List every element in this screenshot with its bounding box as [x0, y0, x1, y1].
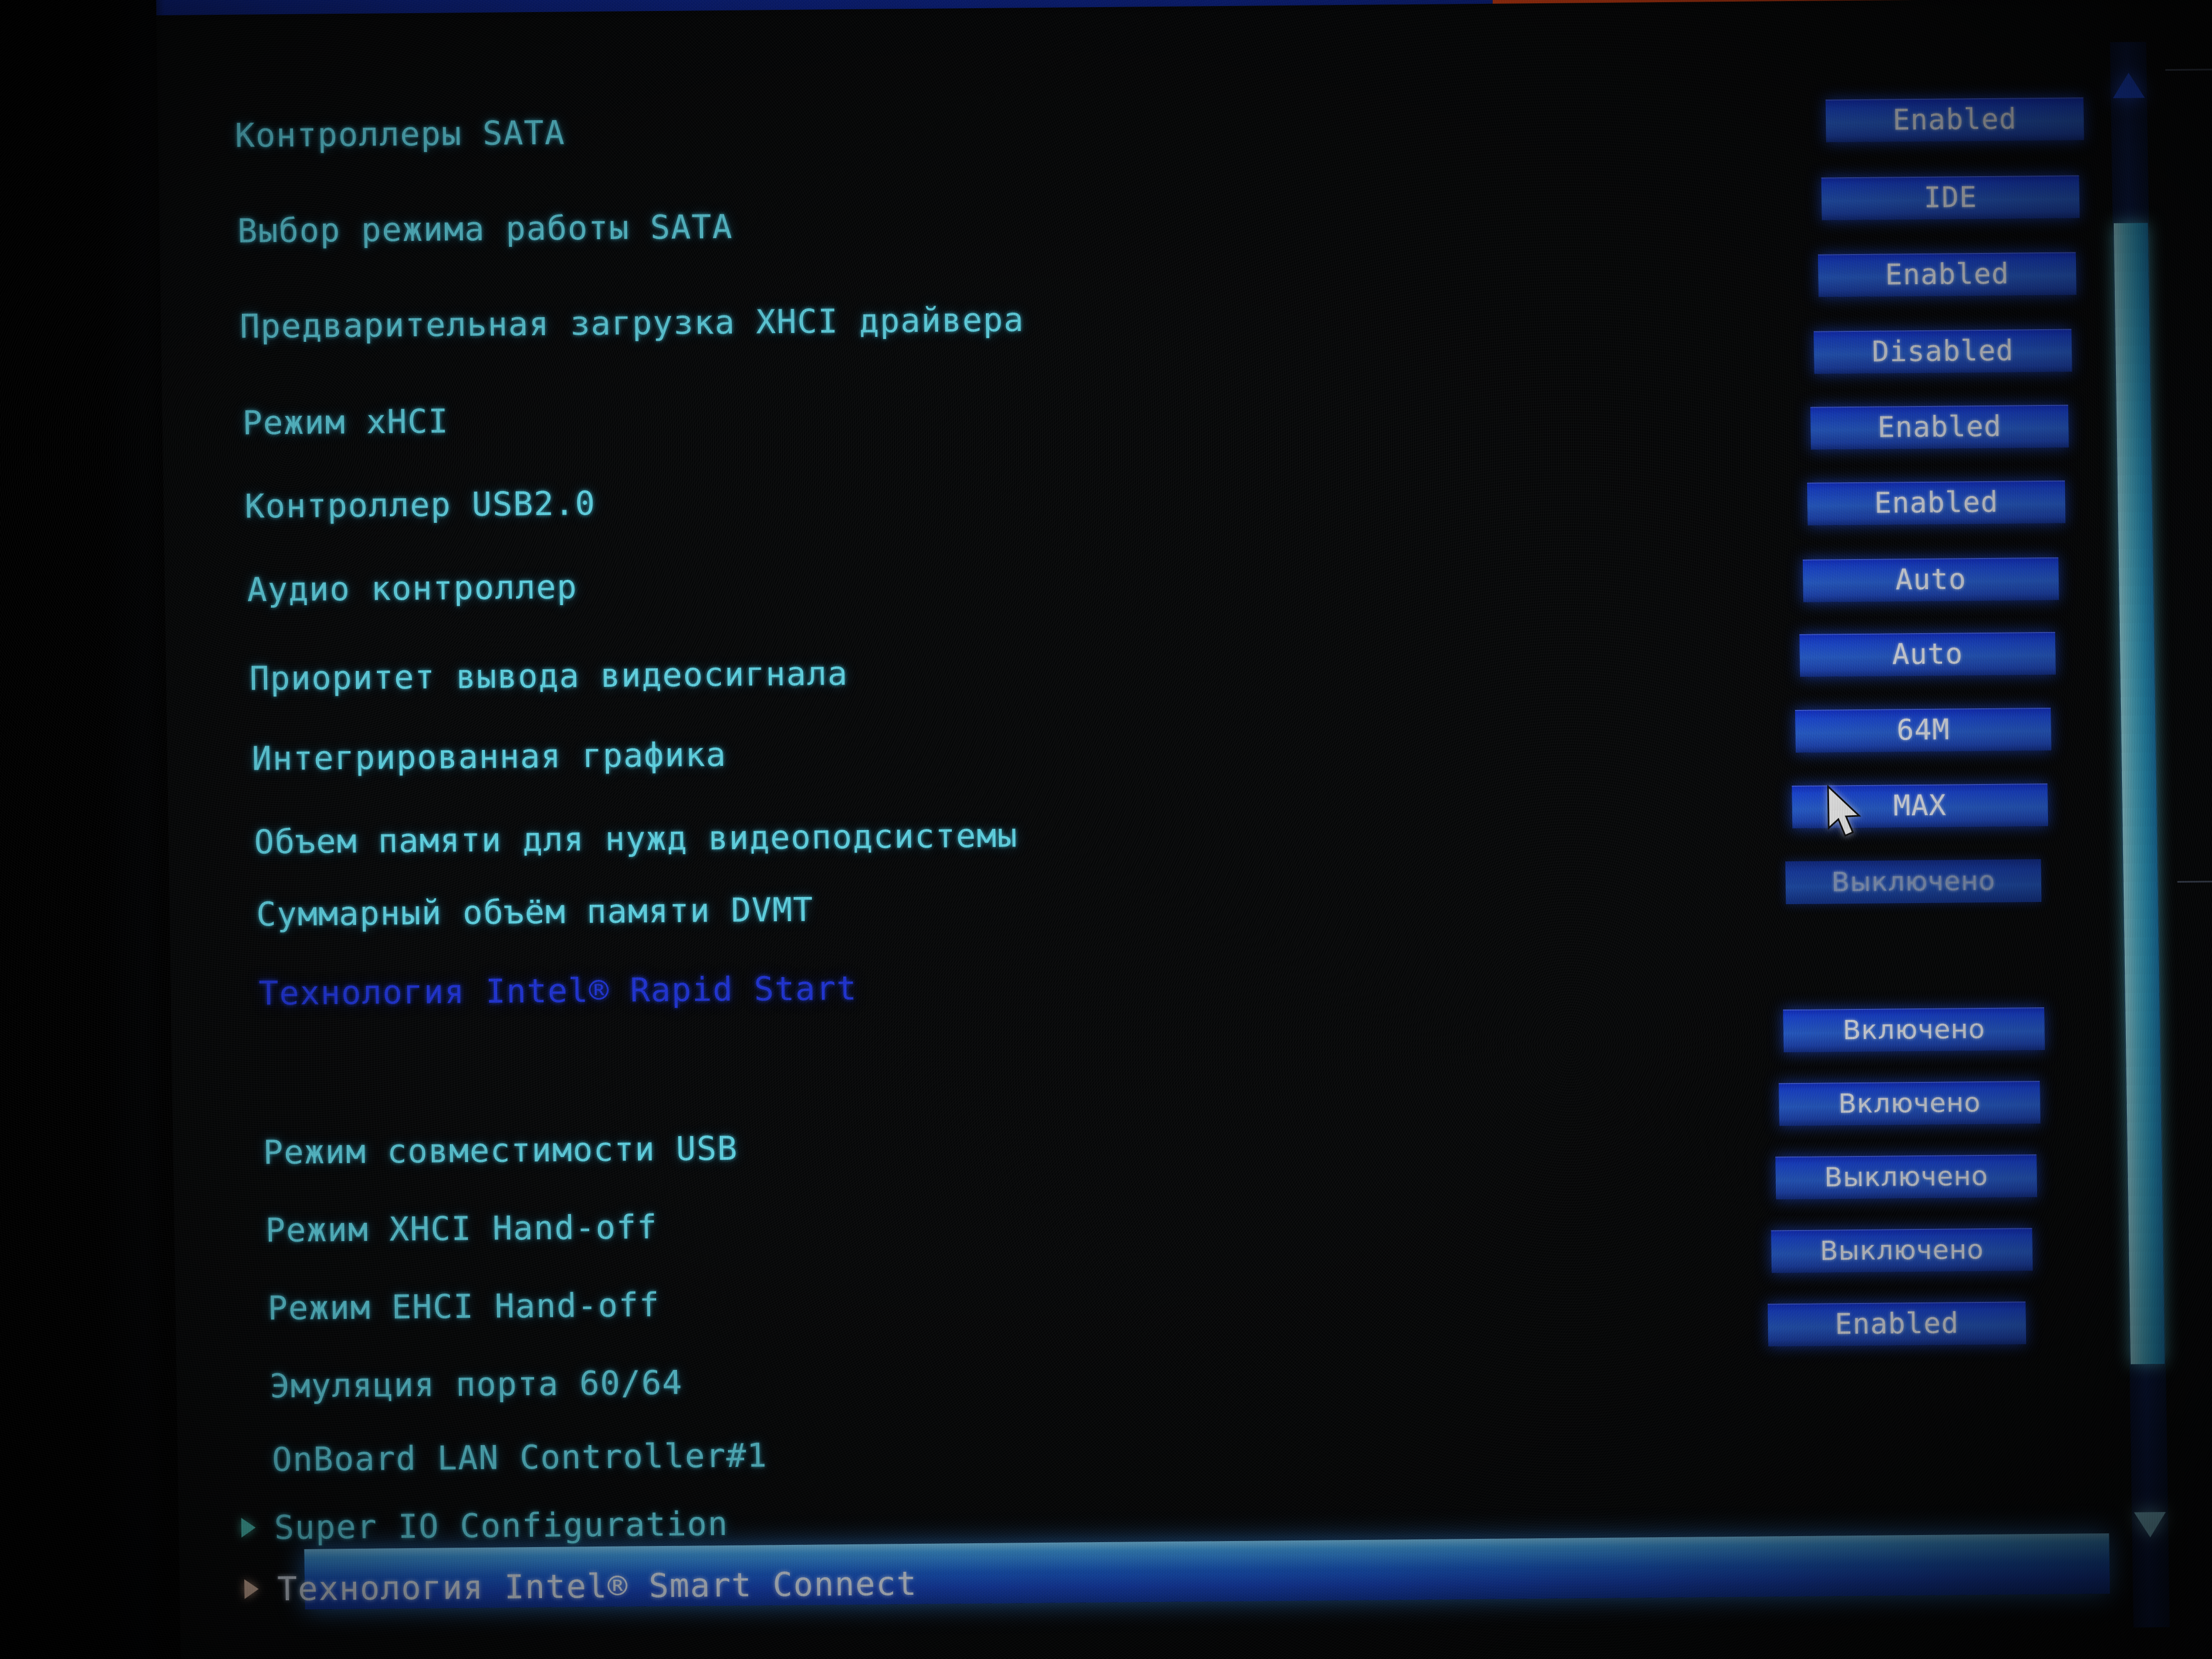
setting-label-port-6064-emul: Эмуляция порта 60/64 [269, 1363, 683, 1406]
setting-value-usb-compat-mode[interactable]: Включено [1783, 1007, 2045, 1053]
setting-value-video-memory-size[interactable]: 64M [1795, 707, 2052, 753]
setting-label-integrated-graphics: Интегрированная графика [251, 735, 727, 778]
setting-value-port-6064-emul[interactable]: Выключено [1771, 1228, 2033, 1273]
setting-value-sata-mode[interactable]: IDE [1821, 175, 2080, 221]
setting-value-usb20-controller[interactable]: Enabled [1810, 404, 2069, 450]
setting-label-usb20-controller: Контроллер USB2.0 [244, 484, 596, 526]
setting-value-integrated-graphics[interactable]: Auto [1799, 631, 2056, 677]
setting-label-intel-rapid-start: Технология Intel® Rapid Start [258, 969, 857, 1013]
setting-value-onboard-lan-1[interactable]: Enabled [1768, 1301, 2027, 1347]
setting-value-ehci-handoff[interactable]: Выключено [1775, 1154, 2038, 1200]
left-bezel-shadow [0, 0, 165, 1659]
scroll-down-arrow-icon[interactable] [2134, 1512, 2166, 1538]
submenu-label-super-io-config[interactable]: Super IO Configuration [274, 1505, 729, 1547]
chevron-right-icon-smart-connect [244, 1579, 259, 1599]
setting-value-sata-controllers[interactable]: Enabled [1825, 97, 2084, 143]
settings-panel: Контроллеры SATA Выбор режима работы SAT… [156, 2, 2212, 1659]
submenu-label-intel-smart-connect[interactable]: Технология Intel® Smart Connect [277, 1565, 917, 1609]
monitor-panel: Периферии У Контроллеры SATA Выбор режим… [156, 0, 2212, 1659]
setting-label-ehci-handoff: Режим EHCI Hand-off [267, 1286, 661, 1328]
setting-label-xhci-mode: Режим xHCI [242, 402, 449, 443]
setting-value-intel-rapid-start: Выключено [1785, 859, 2042, 905]
setting-label-sata-controllers: Контроллеры SATA [234, 114, 566, 155]
setting-label-usb-compat-mode: Режим совместимости USB [263, 1129, 738, 1172]
setting-label-onboard-lan-1: OnBoard LAN Controller#1 [272, 1436, 768, 1480]
setting-label-dvmt-total-memory: Суммарный объём памяти DVMT [256, 890, 814, 934]
setting-label-xhci-handoff: Режим XHCI Hand-off [265, 1208, 658, 1250]
setting-value-video-output-priority[interactable]: Auto [1802, 557, 2059, 602]
help-panel: Вы Sm ↔↕ : В Enter +/-/P F1 : F5 : F7 : … [2165, 67, 2212, 1656]
setting-value-xhci-mode[interactable]: Disabled [1813, 329, 2072, 374]
setting-value-xhci-handoff[interactable]: Включено [1779, 1081, 2041, 1126]
setting-label-video-output-priority: Приоритет вывода видеосигнала [249, 654, 849, 698]
scroll-up-arrow-icon[interactable] [2112, 72, 2145, 98]
help-description-box: Вы Sm [2165, 67, 2212, 855]
setting-label-sata-mode: Выбор режима работы SATA [237, 207, 733, 251]
bios-photo: Периферии У Контроллеры SATA Выбор режим… [0, 0, 2212, 1659]
setting-label-audio-controller: Аудио контроллер [246, 568, 578, 610]
chevron-right-icon-super-io [241, 1517, 256, 1538]
tab-peripherals[interactable]: Периферии [1492, 0, 2155, 4]
vertical-scrollbar[interactable] [2110, 42, 2170, 1628]
setting-value-audio-controller[interactable]: Enabled [1807, 480, 2066, 526]
setting-label-xhci-preboot-driver: Предварительная загрузка XHCI драйвера [239, 301, 1025, 346]
setting-value-xhci-preboot-driver[interactable]: Enabled [1818, 252, 2076, 297]
help-keys-box: ↔↕ : В Enter +/-/P F1 : F5 : F7 : F8 : F… [2177, 879, 2212, 1656]
setting-label-video-memory-size: Объем памяти для нужд видеоподсистемы [253, 816, 1018, 862]
